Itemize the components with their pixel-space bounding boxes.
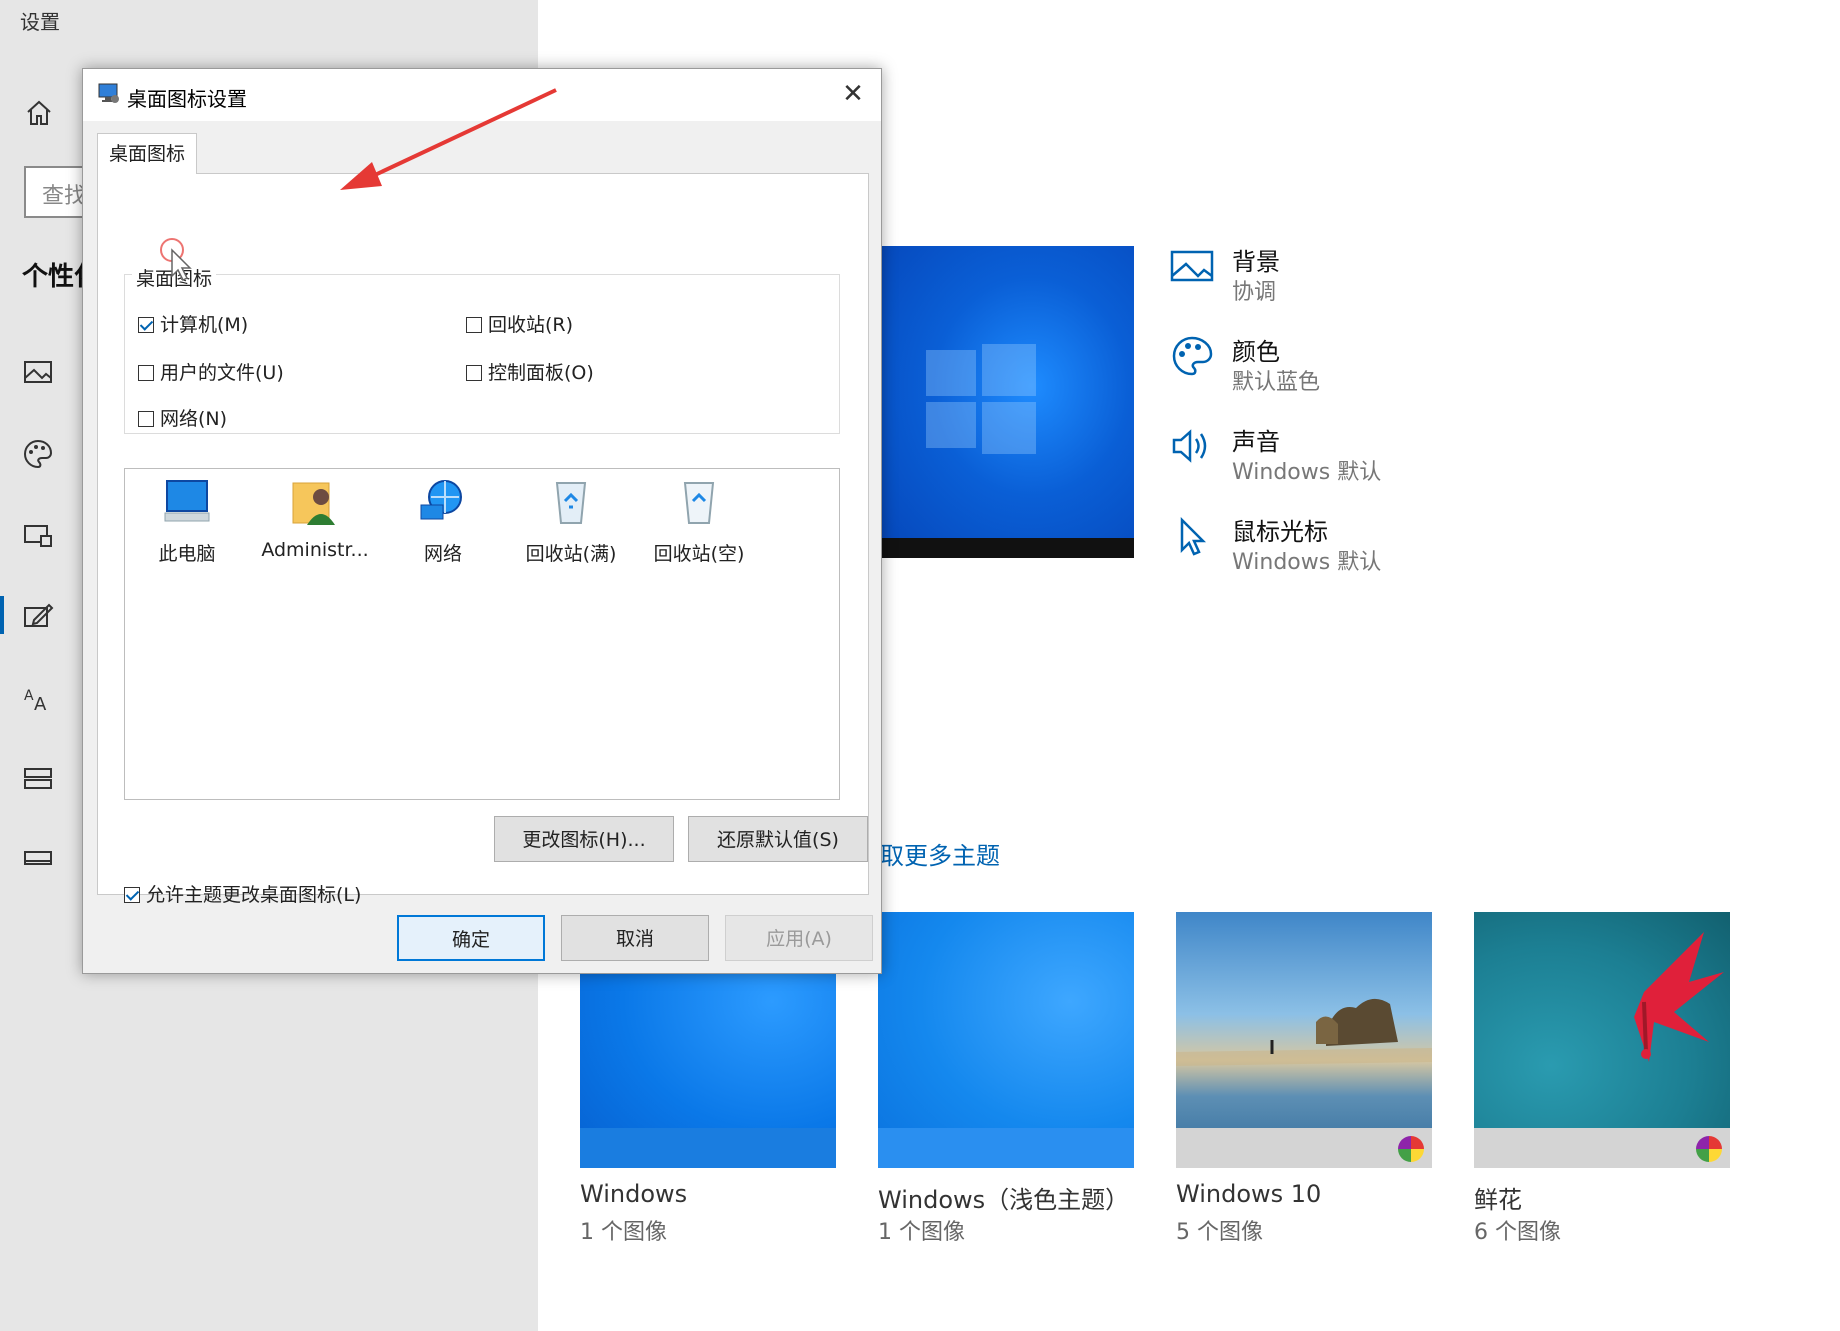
icon-label: 回收站(满) [525, 543, 617, 565]
theme-card-windows-10[interactable]: Windows 10 5 个图像 [1176, 912, 1432, 1245]
dialog-title: 桌面图标设置 [127, 87, 247, 111]
theme-name: 鲜花 [1474, 1186, 1522, 1214]
restore-default-button[interactable]: 还原默认值(S) [688, 816, 868, 862]
checkbox-control-panel[interactable]: 控制面板(O) [466, 358, 594, 385]
checkbox-recycle-bin[interactable]: 回收站(R) [466, 310, 573, 337]
checkbox-label: 网络(N) [160, 408, 228, 430]
icon-recycle-bin-full[interactable]: 回收站(满) [509, 475, 633, 566]
theme-color-bar [878, 1128, 1134, 1168]
ok-button[interactable]: 确定 [397, 915, 545, 961]
sidebar-lockscreen-icon[interactable] [22, 520, 54, 552]
cursor-icon [1180, 516, 1207, 556]
icon-recycle-bin-empty[interactable]: 回收站(空) [637, 475, 761, 566]
icon-network[interactable]: 网络 [381, 475, 505, 566]
get-more-themes-link[interactable]: 取更多主题 [880, 836, 1000, 871]
theme-thumbnail [1474, 912, 1730, 1168]
background-value: 协调 [1232, 280, 1277, 305]
close-button[interactable]: ✕ [825, 69, 881, 121]
icon-label: Administr... [261, 539, 369, 561]
checkbox[interactable] [138, 317, 154, 333]
recycle-bin-full-icon [555, 482, 587, 524]
checkbox[interactable] [138, 411, 154, 427]
svg-text:A: A [34, 694, 47, 714]
icon-this-pc[interactable]: 此电脑 [125, 475, 249, 566]
monitor-icon [164, 480, 210, 522]
icon-list[interactable]: 此电脑 Administr... 网络 回收站(满) 回收站(空) [124, 468, 840, 800]
sidebar-start-icon[interactable] [22, 762, 54, 794]
change-icon-button[interactable]: 更改图标(H)... [494, 816, 674, 862]
preview-taskbar [878, 538, 1134, 558]
theme-image-count: 6 个图像 [1474, 1220, 1561, 1245]
checkbox[interactable] [124, 887, 140, 903]
theme-image-count: 1 个图像 [580, 1220, 667, 1245]
checkbox-label: 控制面板(O) [488, 362, 594, 384]
windows-logo-icon [926, 344, 1036, 454]
cancel-button[interactable]: 取消 [561, 915, 709, 961]
speaker-icon [1172, 429, 1207, 463]
theme-name: Windows（浅色主题） [878, 1186, 1130, 1214]
theme-card-windows-light[interactable]: Windows（浅色主题） 1 个图像 [878, 912, 1134, 1245]
theme-image-count: 1 个图像 [878, 1220, 965, 1245]
theme-thumbnail [878, 912, 1134, 1168]
checkbox-allow-theme[interactable]: 允许主题更改桌面图标(L) [124, 880, 361, 907]
cursor-value: Windows 默认 [1232, 550, 1382, 575]
desktop-icon-settings-dialog: 桌面图标设置 ✕ 桌面图标 桌面图标 计算机(M) 回收站(R) 用户的文件(U… [82, 68, 882, 974]
checkbox[interactable] [466, 317, 482, 333]
palette-icon [1172, 336, 1213, 376]
checkbox[interactable] [138, 365, 154, 381]
theme-thumbnail [1176, 912, 1432, 1168]
desktop-icons-group [124, 274, 840, 434]
beach-rock-image [1176, 998, 1432, 1066]
recycle-bin-empty-icon [683, 482, 715, 524]
color-value: 默认蓝色 [1232, 370, 1321, 395]
sidebar-themes-icon[interactable] [22, 600, 54, 632]
app-title: 设置 [20, 10, 60, 34]
tab-desktop-icons[interactable]: 桌面图标 [97, 133, 197, 174]
checkbox[interactable] [466, 365, 482, 381]
checkbox-label: 计算机(M) [160, 314, 249, 336]
color-title: 颜色 [1232, 338, 1280, 366]
theme-name: Windows [580, 1180, 688, 1208]
sidebar-color-icon[interactable] [22, 438, 54, 470]
sidebar-fonts-icon[interactable]: A A [22, 682, 54, 714]
checkbox-label: 回收站(R) [488, 314, 574, 336]
desktop-settings-icon [98, 83, 119, 103]
checkbox-label: 允许主题更改桌面图标(L) [146, 884, 362, 906]
icon-label: 回收站(空) [653, 543, 745, 565]
group-label: 桌面图标 [132, 264, 217, 291]
theme-image-count: 5 个图像 [1176, 1220, 1263, 1245]
theme-color-bar [580, 1128, 836, 1168]
dialog-titlebar[interactable]: 桌面图标设置 ✕ [83, 69, 881, 121]
theme-card-flowers[interactable]: 鲜花 6 个图像 [1474, 912, 1730, 1245]
network-globe-icon [420, 480, 462, 520]
flower-image [1634, 932, 1724, 1062]
sound-value: Windows 默认 [1232, 460, 1382, 485]
sidebar-background-icon[interactable] [22, 356, 54, 388]
svg-text:A: A [24, 688, 34, 704]
color-wheel-icon [1398, 1136, 1424, 1162]
tab-panel: 桌面图标 计算机(M) 回收站(R) 用户的文件(U) 控制面板(O) 网络(N… [97, 173, 869, 906]
sidebar-taskbar-icon[interactable] [22, 842, 54, 874]
active-indicator [0, 596, 4, 634]
current-theme-preview [878, 246, 1134, 558]
theme-name: Windows 10 [1176, 1180, 1322, 1208]
theme-color-bar [1176, 1128, 1432, 1168]
icon-label: 网络 [423, 543, 462, 565]
user-folder-icon [292, 482, 335, 525]
cursor-title: 鼠标光标 [1232, 518, 1328, 546]
checkbox-network[interactable]: 网络(N) [138, 404, 227, 431]
color-wheel-icon [1696, 1136, 1722, 1162]
checkbox-computer[interactable]: 计算机(M) [138, 310, 248, 337]
picture-icon [1170, 250, 1214, 282]
apply-button[interactable]: 应用(A) [725, 915, 873, 961]
icon-user-folder[interactable]: Administr... [253, 475, 377, 561]
theme-color-bar [1474, 1128, 1730, 1168]
icon-label: 此电脑 [158, 543, 216, 565]
checkbox-label: 用户的文件(U) [160, 362, 284, 384]
checkbox-user-files[interactable]: 用户的文件(U) [138, 358, 284, 385]
sound-title: 声音 [1232, 428, 1280, 456]
home-icon[interactable] [24, 98, 54, 128]
background-title: 背景 [1232, 248, 1280, 276]
